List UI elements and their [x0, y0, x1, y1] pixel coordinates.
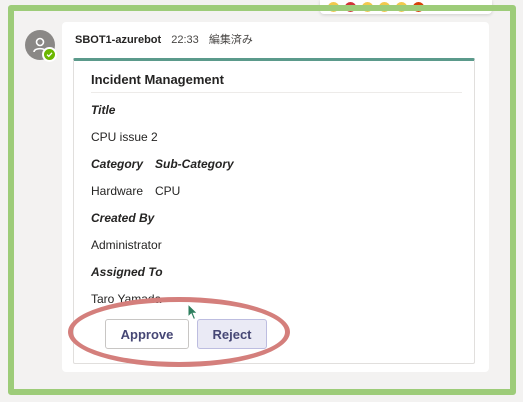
subcategory-value: CPU	[155, 184, 181, 198]
reject-button[interactable]: Reject	[197, 319, 267, 349]
surprised-icon[interactable]	[379, 2, 390, 12]
title-value: CPU issue 2	[91, 130, 158, 144]
sad-icon[interactable]	[396, 2, 407, 12]
available-check-icon	[42, 47, 57, 62]
edited-label: 編集済み	[208, 34, 253, 46]
created-by-value: Administrator	[91, 238, 162, 252]
like-icon[interactable]	[328, 2, 339, 12]
adaptive-card: Incident Management Title CPU issue 2 Ca…	[73, 58, 475, 364]
title-label: Title	[91, 103, 116, 117]
reactions-bar: •••	[320, 0, 492, 14]
category-value: Hardware	[91, 184, 144, 198]
laugh-icon[interactable]	[362, 2, 373, 12]
approve-button[interactable]: Approve	[105, 319, 189, 349]
assigned-to-label: Assigned To	[91, 265, 163, 279]
message-header: SBOT1-azurebot 22:33 編集済み	[75, 31, 253, 47]
assigned-to-value: Taro Yamada	[91, 292, 162, 306]
card-divider	[91, 92, 462, 93]
created-by-label: Created By	[91, 211, 155, 225]
subcategory-label: Sub-Category	[155, 157, 234, 171]
card-title: Incident Management	[91, 72, 224, 87]
more-options-icon[interactable]: •••	[432, 1, 448, 13]
sender-name[interactable]: SBOT1-azurebot	[75, 34, 161, 46]
angry-icon[interactable]	[413, 2, 424, 12]
message-time: 22:33	[171, 34, 199, 46]
heart-icon[interactable]	[345, 2, 356, 12]
category-label: Category	[91, 157, 144, 171]
chat-message: SBOT1-azurebot 22:33 編集済み Incident Manag…	[62, 22, 489, 372]
avatar[interactable]	[25, 30, 57, 62]
mouse-pointer-icon	[187, 303, 199, 321]
